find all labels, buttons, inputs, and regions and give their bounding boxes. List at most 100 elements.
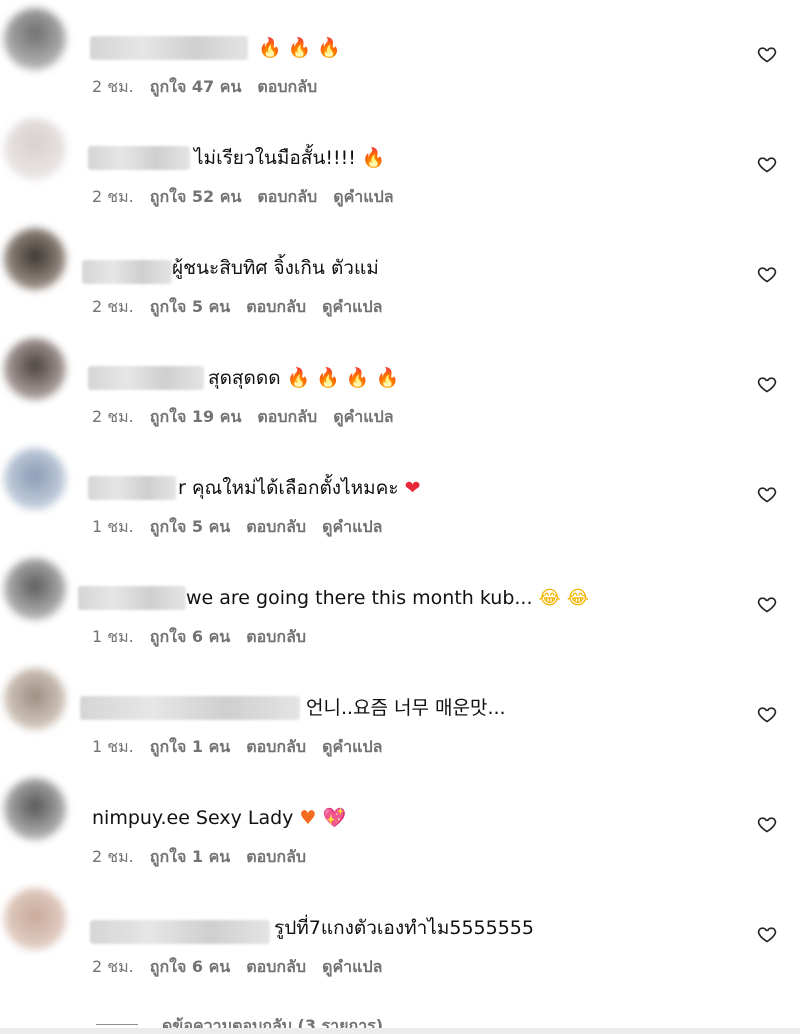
comment-body: สุดสุดดด <box>208 367 281 389</box>
likes-count[interactable]: ถูกใจ 6 คน <box>150 956 230 978</box>
comment-time[interactable]: 2 ชม. <box>92 296 134 318</box>
heart-outline-icon[interactable] <box>756 704 778 724</box>
username-blurred[interactable] <box>78 586 186 610</box>
username-blurred[interactable] <box>82 260 172 284</box>
fire-emoji-icon: 🔥 <box>286 367 311 389</box>
comment-body: r คุณใหม่ได้เลือกตั้งไหมคะ <box>178 477 399 499</box>
comment-time[interactable]: 1 ชม. <box>92 626 134 648</box>
comment-body: we are going there this month kub... <box>186 587 533 609</box>
likes-count[interactable]: ถูกใจ 5 คน <box>150 296 230 318</box>
comment-meta: 2 ชม. ถูกใจ 52 คน ตอบกลับ ดูคำแปล <box>92 186 410 208</box>
fire-emoji-icon: 🔥 <box>361 147 386 169</box>
comment-time[interactable]: 2 ชม. <box>92 846 134 868</box>
reply-button[interactable]: ตอบกลับ <box>257 406 317 428</box>
comment-item: nimpuy.ee Sexy Lady ♥ 💖 2 ชม. ถูกใจ 1 คน ตอบ… <box>0 770 800 880</box>
comment-body: ไม่เรียวในมือสั้น!!!! <box>194 147 356 169</box>
comment-item: r คุณใหม่ได้เลือกตั้งไหมคะ ❤ 1 ชม. ถูกใจ 5… <box>0 440 800 550</box>
username-blurred[interactable] <box>88 366 204 390</box>
reply-button[interactable]: ตอบกลับ <box>246 626 306 648</box>
heart-outline-icon[interactable] <box>756 374 778 394</box>
comment-text: 언니..요즘 너무 매운맛... <box>306 694 506 722</box>
comment-text: ไม่เรียวในมือสั้น!!!! 🔥 <box>194 144 386 172</box>
avatar[interactable] <box>4 118 66 180</box>
reply-button[interactable]: ตอบกลับ <box>246 516 306 538</box>
avatar[interactable] <box>4 668 66 730</box>
reply-button[interactable]: ตอบกลับ <box>246 296 306 318</box>
comment-meta: 2 ชม. ถูกใจ 1 คน ตอบกลับ <box>92 846 322 868</box>
heart-outline-icon[interactable] <box>756 154 778 174</box>
comment-time[interactable]: 1 ชม. <box>92 516 134 538</box>
reply-button[interactable]: ตอบกลับ <box>257 186 317 208</box>
see-translation-button[interactable]: ดูคำแปล <box>333 406 393 428</box>
comment-body: nimpuy.ee Sexy Lady <box>92 807 294 829</box>
reply-button[interactable]: ตอบกลับ <box>246 956 306 978</box>
likes-count[interactable]: ถูกใจ 19 คน <box>150 406 242 428</box>
see-translation-button[interactable]: ดูคำแปล <box>322 736 382 758</box>
laughing-tears-emoji-icon: 😂 <box>566 587 589 609</box>
comment-time[interactable]: 2 ชม. <box>92 76 134 98</box>
comment-time[interactable]: 1 ชม. <box>92 736 134 758</box>
comment-time[interactable]: 2 ชม. <box>92 406 134 428</box>
comment-item: we are going there this month kub... 😂 😂 1… <box>0 550 800 660</box>
heart-outline-icon[interactable] <box>756 594 778 614</box>
likes-count[interactable]: ถูกใจ 5 คน <box>150 516 230 538</box>
comment-body: รูปที่7แกงตัวเองทำไม5555555 <box>274 917 534 939</box>
reply-button[interactable]: ตอบกลับ <box>257 76 317 98</box>
comment-meta: 2 ชม. ถูกใจ 5 คน ตอบกลับ ดูคำแปล <box>92 296 398 318</box>
username-blurred[interactable] <box>88 146 190 170</box>
comment-meta: 2 ชม. ถูกใจ 6 คน ตอบกลับ ดูคำแปล <box>92 956 398 978</box>
comment-list: 🔥 🔥 🔥 2 ชม. ถูกใจ 47 คน ตอบกลับ ไม่เรียวในมื… <box>0 0 800 1034</box>
fire-emoji-icon: 🔥 <box>317 37 342 59</box>
username-blurred[interactable] <box>88 476 176 500</box>
heart-outline-icon[interactable] <box>756 264 778 284</box>
comment-item: สุดสุดดด 🔥 🔥 🔥 🔥 2 ชม. ถูกใจ 19 คน ตอบกลับ ดูคำ… <box>0 330 800 440</box>
heart-outline-icon[interactable] <box>756 924 778 944</box>
comment-text: สุดสุดดด 🔥 🔥 🔥 🔥 <box>208 364 399 392</box>
comment-body: ผู้ชนะสิบทิศ จิ้งเกิน ตัวแม่ <box>172 257 379 279</box>
comment-text: we are going there this month kub... 😂 😂 <box>186 584 589 612</box>
avatar[interactable] <box>4 338 66 400</box>
fire-emoji-icon: 🔥 <box>287 37 312 59</box>
comment-body: 언니..요즘 너무 매운맛... <box>306 697 506 719</box>
replies-divider <box>96 1024 138 1025</box>
reply-button[interactable]: ตอบกลับ <box>246 846 306 868</box>
comment-text: nimpuy.ee Sexy Lady ♥ 💖 <box>92 804 346 832</box>
username-blurred[interactable] <box>90 36 248 60</box>
fire-emoji-icon: 🔥 <box>258 37 282 59</box>
avatar[interactable] <box>4 558 66 620</box>
comment-time[interactable]: 2 ชม. <box>92 956 134 978</box>
comment-meta: 2 ชม. ถูกใจ 19 คน ตอบกลับ ดูคำแปล <box>92 406 410 428</box>
comment-time[interactable]: 2 ชม. <box>92 186 134 208</box>
see-translation-button[interactable]: ดูคำแปล <box>322 956 382 978</box>
username-blurred[interactable] <box>80 696 300 720</box>
heart-outline-icon[interactable] <box>756 484 778 504</box>
see-translation-button[interactable]: ดูคำแปล <box>322 516 382 538</box>
username-blurred[interactable] <box>90 920 270 944</box>
see-translation-button[interactable]: ดูคำแปล <box>333 186 393 208</box>
avatar[interactable] <box>4 778 66 840</box>
see-translation-button[interactable]: ดูคำแปล <box>322 296 382 318</box>
avatar[interactable] <box>4 228 66 290</box>
comment-text: ผู้ชนะสิบทิศ จิ้งเกิน ตัวแม่ <box>172 254 379 282</box>
heart-outline-icon[interactable] <box>756 44 778 64</box>
comment-item: 🔥 🔥 🔥 2 ชม. ถูกใจ 47 คน ตอบกลับ <box>0 0 800 110</box>
likes-count[interactable]: ถูกใจ 1 คน <box>150 736 230 758</box>
comment-meta: 1 ชม. ถูกใจ 5 คน ตอบกลับ ดูคำแปล <box>92 516 398 538</box>
avatar[interactable] <box>4 888 66 950</box>
comment-item: ผู้ชนะสิบทิศ จิ้งเกิน ตัวแม่ 2 ชม. ถูกใจ … <box>0 220 800 330</box>
comment-item: ไม่เรียวในมือสั้น!!!! 🔥 2 ชม. ถูกใจ 52 คน ต… <box>0 110 800 220</box>
likes-count[interactable]: ถูกใจ 52 คน <box>150 186 242 208</box>
likes-count[interactable]: ถูกใจ 1 คน <box>150 846 230 868</box>
avatar[interactable] <box>4 8 66 70</box>
likes-count[interactable]: ถูกใจ 6 คน <box>150 626 230 648</box>
fire-emoji-icon: 🔥 <box>316 367 340 389</box>
avatar[interactable] <box>4 448 66 510</box>
bottom-edge <box>0 1028 800 1034</box>
reply-button[interactable]: ตอบกลับ <box>246 736 306 758</box>
comment-text: รูปที่7แกงตัวเองทำไม5555555 <box>274 914 534 942</box>
heart-outline-icon[interactable] <box>756 814 778 834</box>
comment-text: r คุณใหม่ได้เลือกตั้งไหมคะ ❤ <box>178 474 421 502</box>
comment-text: 🔥 🔥 🔥 <box>252 34 341 62</box>
likes-count[interactable]: ถูกใจ 47 คน <box>150 76 242 98</box>
comment-meta: 1 ชม. ถูกใจ 6 คน ตอบกลับ <box>92 626 322 648</box>
